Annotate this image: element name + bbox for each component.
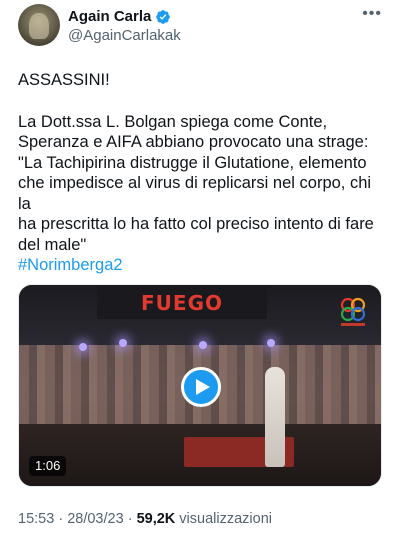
name-row: Again Carla: [68, 8, 171, 26]
tweet-body: La Dott.ssa L. Bolgan spiega come Conte,…: [18, 112, 384, 276]
tweet-header: Again Carla @AgainCarlakak •••: [18, 4, 384, 48]
tweet-headline-text: ASSASSINI!: [18, 71, 110, 89]
tweet-meta: 15:53 · 28/03/23 · 59,2K visualizzazioni: [18, 510, 272, 528]
avatar[interactable]: [18, 4, 60, 46]
channel-logo-icon: [340, 297, 366, 326]
user-handle[interactable]: @AgainCarlakak: [68, 27, 181, 45]
hashtag-link[interactable]: #Norimberga2: [18, 255, 384, 276]
video-banner: FUEGO: [97, 287, 267, 319]
meta-separator: ·: [58, 511, 64, 527]
play-button[interactable]: [181, 367, 221, 407]
tweet-time[interactable]: 15:53: [18, 511, 54, 527]
more-options-icon[interactable]: •••: [362, 6, 382, 22]
tweet-text: ASSASSINI! La Dott.ssa L. Bolgan spiega …: [18, 70, 384, 276]
play-icon: [195, 379, 210, 395]
video-duration: 1:06: [29, 456, 67, 476]
tweet-date[interactable]: 28/03/23: [67, 511, 123, 527]
stage-light: [199, 341, 207, 349]
stage-light: [79, 343, 87, 351]
verified-badge-icon: [156, 10, 171, 24]
video-scene-speaker: [265, 367, 285, 467]
display-name[interactable]: Again Carla: [68, 8, 151, 26]
video-banner-text: FUEGO: [141, 291, 223, 315]
tweet-body-text: La Dott.ssa L. Bolgan spiega come Conte,…: [18, 112, 374, 254]
views-label: visualizzazioni: [179, 511, 272, 527]
meta-separator: ·: [127, 511, 133, 527]
tweet-line-headline: ASSASSINI!: [18, 70, 384, 91]
views-count: 59,2K: [136, 511, 176, 527]
stage-light: [119, 339, 127, 347]
stage-light: [267, 339, 275, 347]
video-player[interactable]: FUEGO 1:06: [18, 284, 382, 487]
